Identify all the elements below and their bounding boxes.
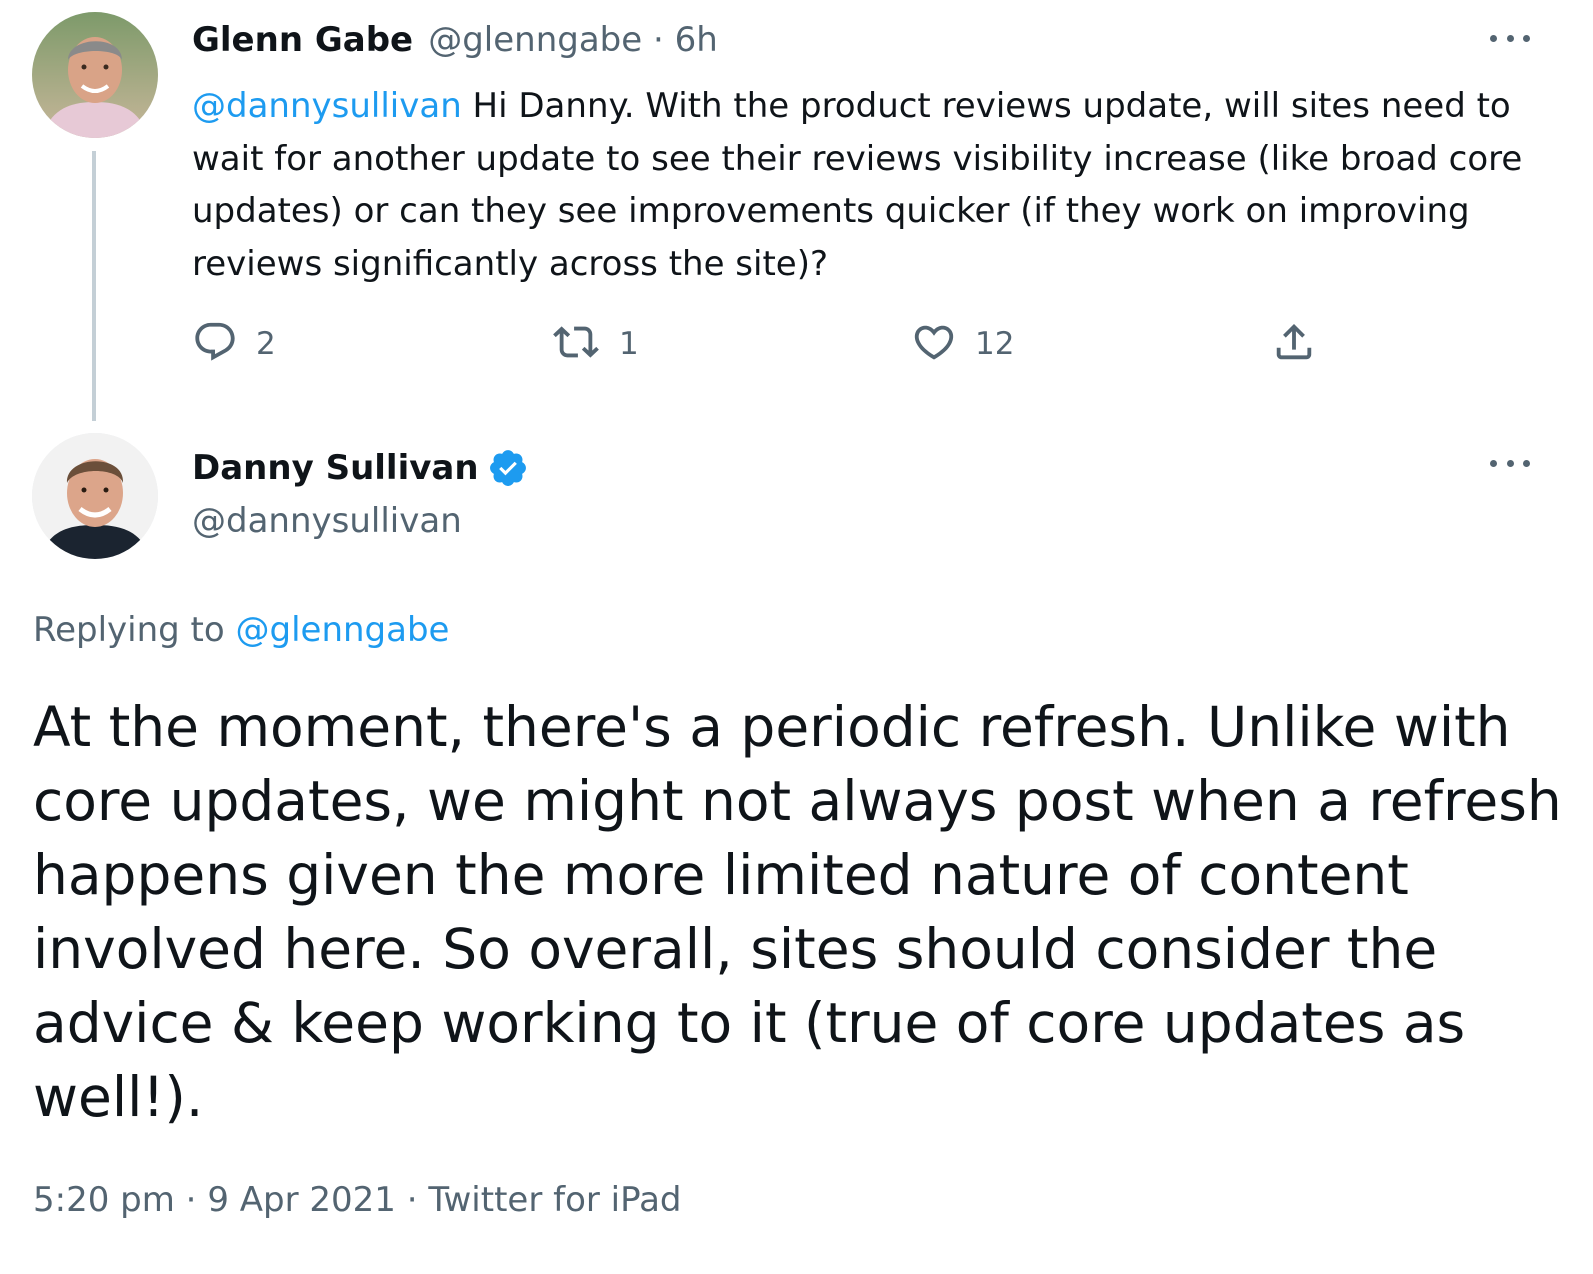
more-icon [1490,34,1497,42]
avatar-danny-sullivan[interactable] [32,433,158,559]
author-handle[interactable]: @glenngabe [428,20,642,60]
like-button[interactable]: 12 [911,318,1014,370]
replying-to: Replying to @glenngabe [33,606,449,654]
mention-link[interactable]: @dannysullivan [192,86,462,126]
tweet-source[interactable]: Twitter for iPad [428,1180,681,1220]
main-tweet-handle[interactable]: @dannysullivan [192,497,462,551]
replying-to-handle[interactable]: @glenngabe [236,610,450,650]
retweet-icon [551,319,601,369]
separator: · [395,1180,429,1220]
more-icon-dot [1523,459,1530,467]
more-icon-dot [1523,34,1530,42]
share-icon [1271,319,1317,369]
author-name[interactable]: Danny Sullivan [192,444,479,492]
author-handle[interactable]: @dannysullivan [192,501,462,541]
separator: · [642,20,675,60]
like-count: 12 [975,326,1015,362]
tweet-metadata: 5:20 pm · 9 Apr 2021 · Twitter for iPad [33,1176,682,1224]
avatar-glenn-gabe[interactable] [32,12,158,138]
separator: · [174,1180,208,1220]
verified-badge-icon [487,447,529,489]
share-button[interactable] [1271,318,1317,370]
parent-tweet-text: @dannysullivan Hi Danny. With the produc… [192,80,1532,290]
reply-count: 2 [256,326,276,362]
more-icon-dot [1506,34,1514,42]
more-icon [1490,459,1497,467]
retweet-count: 1 [619,326,639,362]
more-icon-dot [1506,459,1514,467]
tweet-time[interactable]: 5:20 pm [33,1180,175,1220]
tweet-time[interactable]: 6h [675,20,718,60]
main-tweet-author[interactable]: Danny Sullivan [192,444,529,492]
more-options-button[interactable] [1490,28,1530,48]
reply-button[interactable]: 2 [192,318,276,370]
tweet-date[interactable]: 9 Apr 2021 [207,1180,396,1220]
reply-icon [192,319,238,369]
replying-to-label: Replying to [33,610,236,650]
main-tweet-text: At the moment, there's a periodic refres… [33,695,1562,1129]
retweet-button[interactable]: 1 [551,318,639,370]
more-options-button[interactable] [1490,453,1530,473]
parent-tweet-header: Glenn Gabe @glenngabe · 6h [192,18,718,68]
heart-icon [911,319,957,369]
thread-connector-line [92,151,96,421]
author-name[interactable]: Glenn Gabe [192,20,413,60]
